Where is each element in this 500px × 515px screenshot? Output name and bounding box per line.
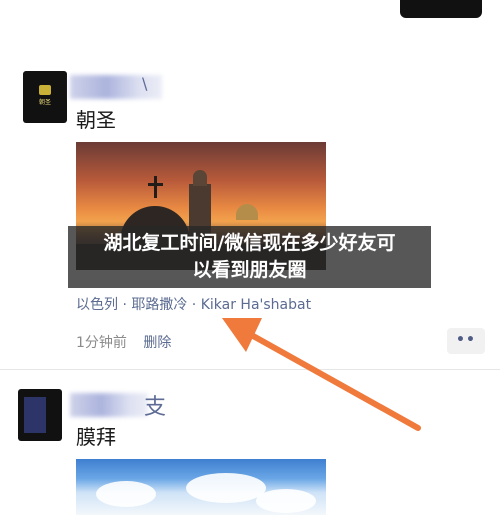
headline-banner: 湖北复工时间/微信现在多少好友可 以看到朋友圈	[68, 226, 431, 288]
post-time: 1分钟前	[76, 335, 127, 351]
cross-bar	[148, 183, 163, 186]
dome-of-rock	[236, 204, 258, 220]
avatar-logo-text: 朝圣	[38, 99, 51, 106]
moment-post: 支 膜拜	[0, 373, 500, 515]
delete-link[interactable]: 删除	[143, 335, 171, 351]
more-icon[interactable]: ••	[447, 328, 485, 354]
avatar[interactable]: 朝圣	[23, 71, 67, 123]
top-cropped-button[interactable]	[400, 0, 482, 18]
minaret-top	[193, 170, 207, 186]
headline-line-1: 湖北复工时间/微信现在多少好友可	[103, 232, 396, 254]
location-link[interactable]: 以色列 · 耶路撒冷 · Kikar Ha'shabat	[76, 294, 311, 314]
avatar-logo-icon	[39, 85, 51, 95]
post-photo[interactable]	[76, 459, 326, 515]
username-fragment: \	[142, 74, 148, 93]
avatar-image	[24, 397, 46, 433]
cloud	[186, 473, 266, 503]
avatar[interactable]	[18, 389, 62, 441]
moment-post: 朝圣 \ 朝圣 以色列 · 耶路撒冷 · Kikar Ha'shabat 1分钟…	[0, 62, 500, 370]
cross-icon	[154, 176, 157, 198]
username-fragment: 支	[144, 395, 167, 420]
blurred-username[interactable]	[70, 75, 162, 99]
post-meta: 1分钟前 删除	[76, 332, 171, 352]
post-text: 膜拜	[76, 425, 116, 449]
cloud	[256, 489, 316, 513]
headline-line-2: 以看到朋友圈	[192, 259, 307, 281]
post-text: 朝圣	[76, 108, 116, 132]
cloud	[96, 481, 156, 507]
blurred-username[interactable]	[70, 393, 148, 417]
